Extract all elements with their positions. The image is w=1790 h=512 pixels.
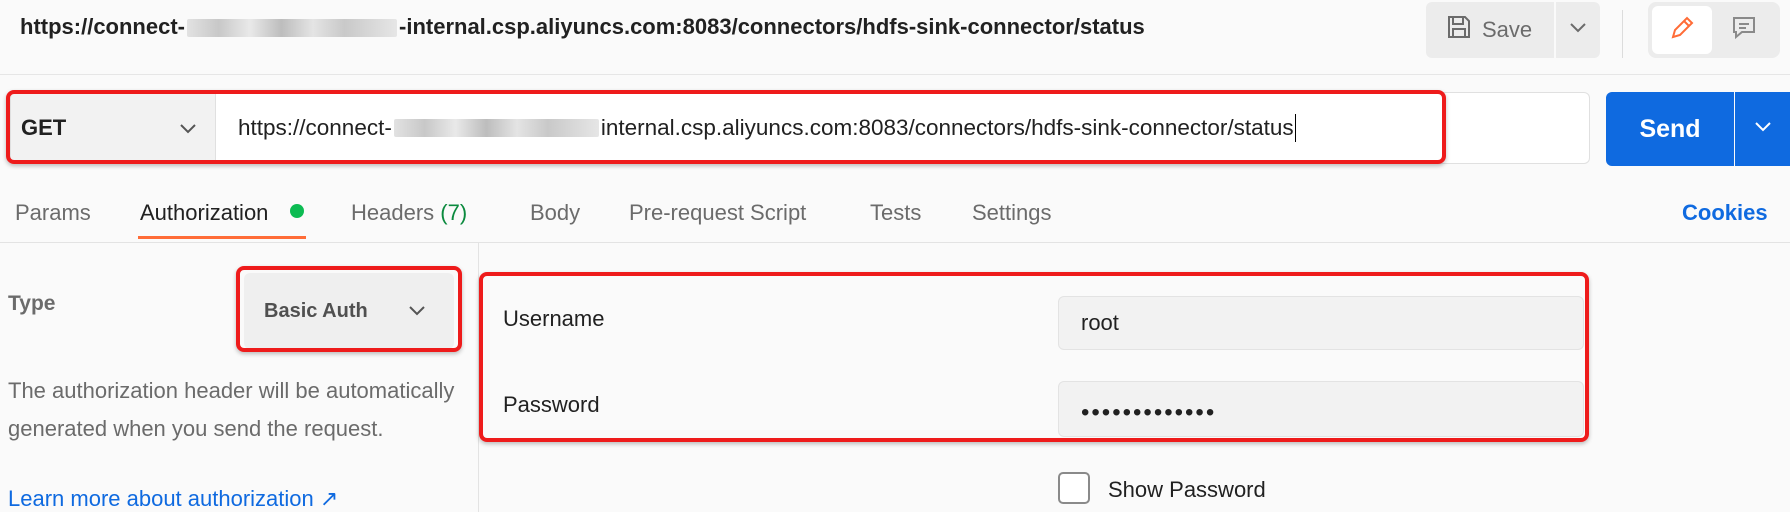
show-password-checkbox[interactable] <box>1058 472 1090 504</box>
auth-help-text: The authorization header will be automat… <box>8 378 455 441</box>
request-title-suffix: -internal.csp.aliyuncs.com:8083/connecto… <box>399 14 1145 39</box>
comment-icon <box>1730 14 1758 47</box>
learn-more-link[interactable]: Learn more about authorization ↗ <box>8 486 338 512</box>
send-button[interactable]: Send <box>1606 92 1734 166</box>
request-title[interactable]: https://connect- -internal.csp.aliyuncs.c… <box>20 14 1145 40</box>
save-icon <box>1446 14 1472 46</box>
redacted-region <box>187 19 397 38</box>
tab-settings[interactable]: Settings <box>972 200 1052 226</box>
toolbar-divider <box>1622 10 1623 58</box>
highlight-box-credentials <box>479 272 1589 442</box>
active-tab-indicator <box>138 236 306 239</box>
tab-headers-label: Headers <box>351 200 435 225</box>
tab-params[interactable]: Params <box>15 200 91 226</box>
chevron-down-icon <box>1569 21 1587 39</box>
highlight-box-auth-type <box>236 266 462 352</box>
auth-type-label: Type <box>8 292 56 315</box>
save-label: Save <box>1482 17 1533 42</box>
save-button[interactable]: Save <box>1426 2 1554 58</box>
highlight-box-url <box>6 90 1446 164</box>
request-title-prefix: https://connect- <box>20 14 185 39</box>
status-dot <box>290 204 304 218</box>
tab-pre-request-script[interactable]: Pre-request Script <box>629 200 806 226</box>
comments-button[interactable] <box>1714 6 1774 54</box>
show-password-label[interactable]: Show Password <box>1108 477 1266 503</box>
tab-headers-count: (7) <box>440 200 468 225</box>
edit-mode-button[interactable] <box>1652 6 1712 54</box>
send-options-button[interactable] <box>1735 92 1790 166</box>
tab-body[interactable]: Body <box>530 200 580 226</box>
cookies-link[interactable]: Cookies <box>1682 200 1768 226</box>
tab-authorization[interactable]: Authorization <box>140 200 268 226</box>
pencil-icon <box>1668 14 1696 47</box>
tab-tests[interactable]: Tests <box>870 200 921 226</box>
chevron-down-icon <box>1754 120 1772 138</box>
tab-headers[interactable]: Headers (7) <box>351 200 467 226</box>
save-options-button[interactable] <box>1556 2 1600 58</box>
